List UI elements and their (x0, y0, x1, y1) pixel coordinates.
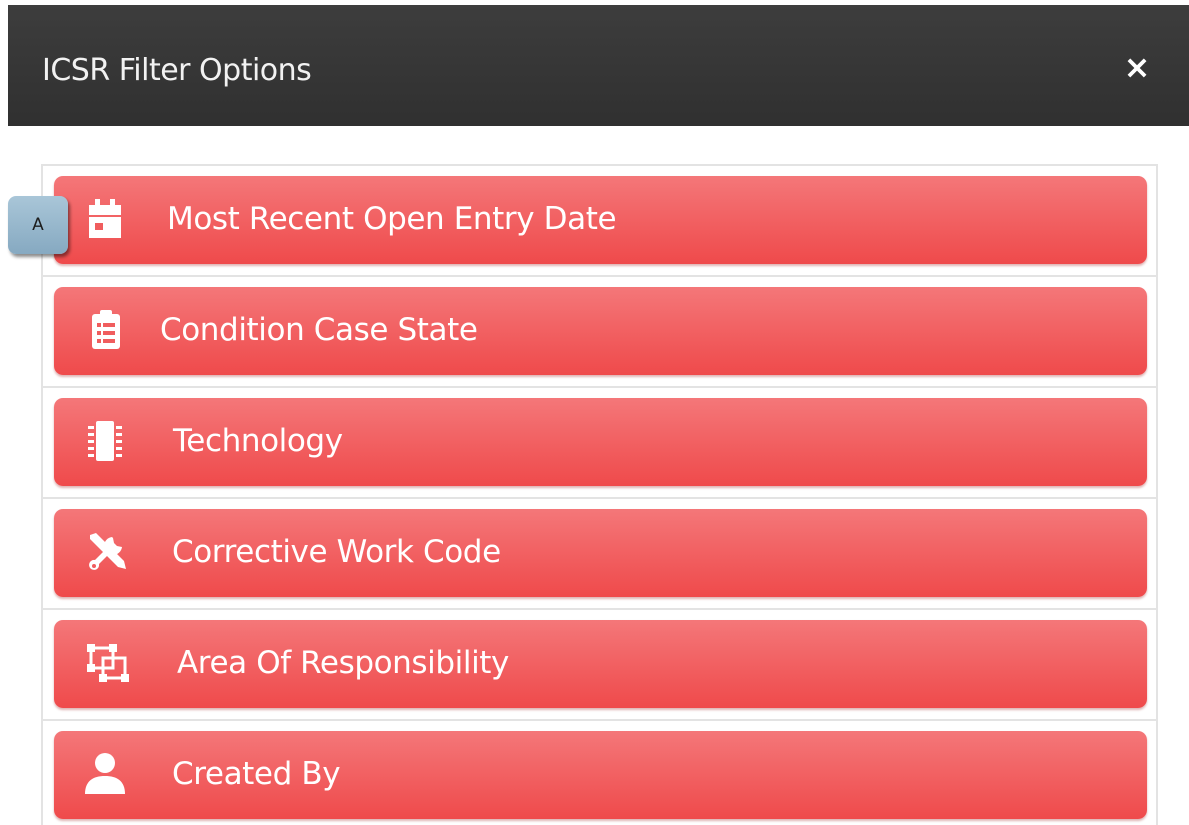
object-group-icon (83, 638, 133, 688)
close-button[interactable]: × (1117, 47, 1157, 87)
tools-icon (82, 527, 132, 577)
modal-title: ICSR Filter Options (42, 53, 312, 88)
filter-label: Most Recent Open Entry Date (167, 201, 617, 237)
filter-corrective-work-code-button[interactable]: Corrective Work Code (54, 509, 1147, 597)
filter-row: Most Recent Open Entry Date (43, 166, 1156, 277)
filter-condition-case-state-button[interactable]: Condition Case State (54, 287, 1147, 375)
filter-label: Technology (173, 423, 343, 459)
clipboard-list-icon (81, 305, 131, 355)
filter-label: Condition Case State (160, 312, 478, 348)
modal-header: ICSR Filter Options × (8, 5, 1189, 126)
filter-list: Most Recent Open Entry Date Condition Ca… (41, 164, 1158, 825)
icsr-filter-options-modal: ICSR Filter Options × Most Recent Open E… (0, 0, 1189, 825)
filter-technology-button[interactable]: Technology (54, 398, 1147, 486)
filter-label: Created By (172, 756, 341, 792)
filter-row: Area Of Responsibility (43, 610, 1156, 721)
filter-row: Technology (43, 388, 1156, 499)
calendar-icon (80, 194, 130, 244)
filter-row: Condition Case State (43, 277, 1156, 388)
filter-area-of-responsibility-button[interactable]: Area Of Responsibility (54, 620, 1147, 708)
filter-created-by-button[interactable]: Created By (54, 731, 1147, 819)
filter-most-recent-open-entry-date-button[interactable]: Most Recent Open Entry Date (54, 176, 1147, 264)
microchip-icon (80, 416, 130, 466)
filter-label: Area Of Responsibility (177, 645, 510, 681)
step-badge: A (8, 196, 68, 254)
filter-row: Corrective Work Code (43, 499, 1156, 610)
filter-label: Corrective Work Code (172, 534, 501, 570)
filter-row: Created By (43, 721, 1156, 825)
user-icon (80, 749, 130, 799)
